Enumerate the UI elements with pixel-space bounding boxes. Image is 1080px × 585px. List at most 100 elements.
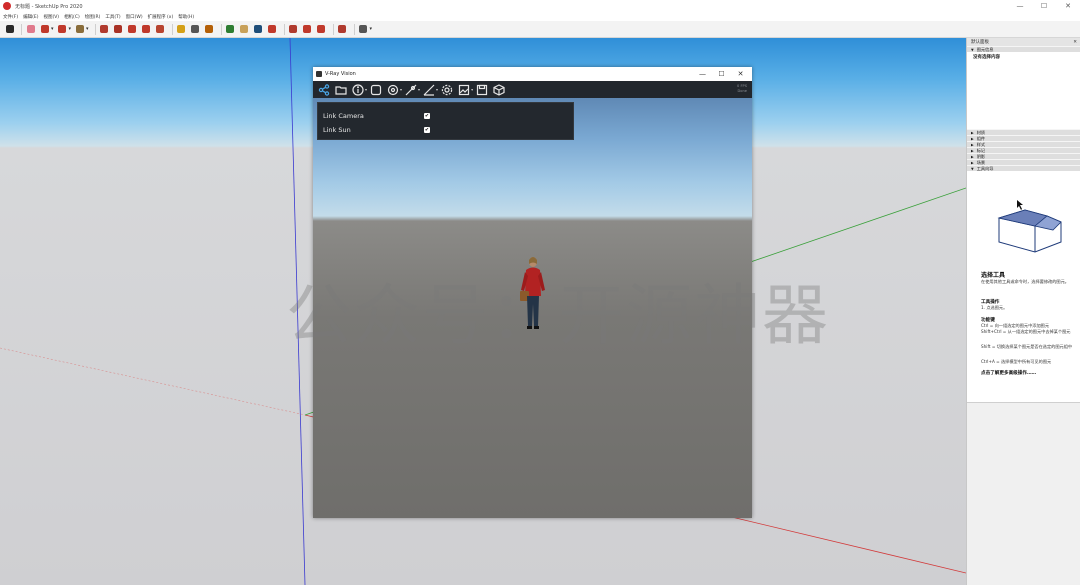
link-sun-checkbox[interactable]: ✔ — [424, 127, 430, 133]
tool-description: 在使用其他工具或命令时，选择要修改的图元。 — [981, 279, 1069, 284]
rectangle-button[interactable] — [74, 24, 85, 35]
tray-title: 默认面板 — [971, 40, 989, 45]
follow-me-icon — [114, 25, 123, 33]
tape-measure-button[interactable] — [176, 24, 187, 35]
arc-button[interactable] — [57, 24, 68, 35]
follow-me-button[interactable] — [113, 24, 124, 35]
text-button[interactable] — [190, 24, 201, 35]
link-sun-label: Link Sun — [323, 126, 351, 134]
tray-header: 默认面板 ✕ — [967, 38, 1080, 46]
zoom-extents-button[interactable] — [267, 24, 278, 35]
instructor-section[interactable]: ▼ 工具向导 — [967, 165, 1080, 171]
settings-gear-icon[interactable] — [440, 83, 453, 96]
sun-dropdown-icon[interactable]: ▾ — [418, 87, 420, 92]
select-button[interactable] — [4, 24, 15, 35]
vray-close-button[interactable]: ✕ — [731, 67, 750, 81]
pan-icon — [240, 25, 249, 33]
tray-close-button[interactable]: ✕ — [1073, 40, 1077, 45]
menu-help[interactable]: 帮助(H) — [178, 14, 194, 20]
pencil-button[interactable] — [39, 24, 50, 35]
exposure-dropdown-icon[interactable]: ▾ — [436, 87, 438, 92]
vray-title-bar: V-Ray Vision — ☐ ✕ — [313, 67, 752, 81]
extension-warehouse-button[interactable] — [302, 24, 313, 35]
pencil-icon — [40, 25, 49, 33]
camera-dropdown-icon[interactable]: ▾ — [400, 87, 402, 92]
link-camera-label: Link Camera — [323, 112, 364, 120]
menu-view[interactable]: 视图(V) — [43, 14, 59, 20]
save-icon[interactable] — [475, 83, 488, 96]
orbit-icon — [226, 25, 235, 33]
menu-extensions[interactable]: 扩展程序 (x) — [148, 14, 174, 20]
scale-button[interactable] — [155, 24, 166, 35]
rotate-button[interactable] — [141, 24, 152, 35]
layout-icon — [317, 25, 326, 33]
exposure-icon[interactable] — [422, 83, 435, 96]
scale-icon — [156, 25, 165, 33]
expanded-icon: ▼ — [971, 47, 974, 52]
paint-bucket-button[interactable] — [204, 24, 215, 35]
collapsed-icon: ▶ — [971, 136, 974, 141]
tape-measure-icon — [177, 25, 186, 33]
move-button[interactable] — [127, 24, 138, 35]
more-link[interactable]: 点击了解更多高级操作…… — [981, 370, 1036, 376]
info-icon[interactable] — [351, 83, 364, 96]
chevron-down-icon[interactable]: ▾ — [86, 26, 89, 32]
vray-window-title: V-Ray Vision — [325, 71, 356, 77]
title-bar: 无标题 - SketchUp Pro 2020 — ☐ ✕ — [0, 0, 1080, 12]
paint-bucket-icon — [205, 25, 214, 33]
link-sun-row[interactable]: Link Sun ✔ — [323, 125, 573, 135]
share-link-icon[interactable] — [317, 83, 330, 96]
key-ctrl-a: Ctrl+A = 选择模型中所有可见的图元 — [981, 359, 1052, 364]
entity-info-body — [967, 62, 1080, 129]
chevron-down-icon[interactable]: ▾ — [370, 26, 373, 32]
eraser-button[interactable] — [25, 24, 36, 35]
menu-draw[interactable]: 绘图(R) — [85, 14, 101, 20]
menu-tools[interactable]: 工具(T) — [105, 14, 120, 20]
account-button[interactable] — [358, 24, 369, 35]
menu-camera[interactable]: 相机(C) — [64, 14, 80, 20]
chevron-down-icon[interactable]: ▾ — [69, 26, 72, 32]
orbit-button[interactable] — [225, 24, 236, 35]
warehouse-button[interactable] — [288, 24, 299, 35]
fit-view-icon[interactable] — [369, 83, 382, 96]
open-folder-icon[interactable] — [334, 83, 347, 96]
cursor-arrow-icon — [1017, 200, 1023, 210]
sun-tool-icon[interactable] — [404, 83, 417, 96]
rectangle-icon — [75, 25, 84, 33]
maximize-button[interactable]: ☐ — [1032, 0, 1056, 12]
chevron-down-icon[interactable]: ▾ — [51, 26, 54, 32]
key-shift: Shift = 切换选择某个图元是否在选定的图元组中 — [981, 344, 1073, 349]
expanded-icon: ▼ — [971, 166, 974, 171]
zoom-extents-icon — [268, 25, 277, 33]
close-button[interactable]: ✕ — [1056, 0, 1080, 12]
image-icon[interactable] — [457, 83, 470, 96]
extension-warehouse-icon — [303, 25, 312, 33]
box-icon[interactable] — [492, 83, 505, 96]
minimize-button[interactable]: — — [1008, 0, 1032, 12]
vray-minimize-button[interactable]: — — [693, 67, 712, 81]
warehouse-icon — [289, 25, 298, 33]
toolbar-separator — [353, 23, 355, 35]
rotate-icon — [142, 25, 151, 33]
menu-window[interactable]: 窗口(W) — [126, 14, 143, 20]
red-axis-negative — [0, 347, 306, 416]
link-camera-row[interactable]: Link Camera ✔ — [323, 111, 573, 121]
tray-empty-area — [967, 402, 1080, 585]
entity-info-label: 图元信息 — [976, 46, 994, 52]
camera-settings-icon[interactable] — [386, 83, 399, 96]
vray-maximize-button[interactable]: ☐ — [712, 67, 731, 81]
eraser-icon — [26, 25, 35, 33]
menu-file[interactable]: 文件(F) — [3, 14, 18, 20]
zoom-button[interactable] — [253, 24, 264, 35]
image-dropdown-icon[interactable]: ▾ — [471, 87, 473, 92]
fps-readout: 0 FPS Done — [737, 84, 747, 94]
menu-bar: 文件(F) 编辑(E) 视图(V) 相机(C) 绘图(R) 工具(T) 窗口(W… — [0, 12, 1080, 21]
link-camera-checkbox[interactable]: ✔ — [424, 113, 430, 119]
menu-edit[interactable]: 编辑(E) — [23, 14, 38, 20]
ruby-button[interactable] — [337, 24, 348, 35]
fps-status: Done — [737, 89, 747, 93]
pan-button[interactable] — [239, 24, 250, 35]
push-pull-button[interactable] — [99, 24, 110, 35]
layout-button[interactable] — [316, 24, 327, 35]
info-dropdown-icon[interactable]: ▾ — [365, 87, 367, 92]
